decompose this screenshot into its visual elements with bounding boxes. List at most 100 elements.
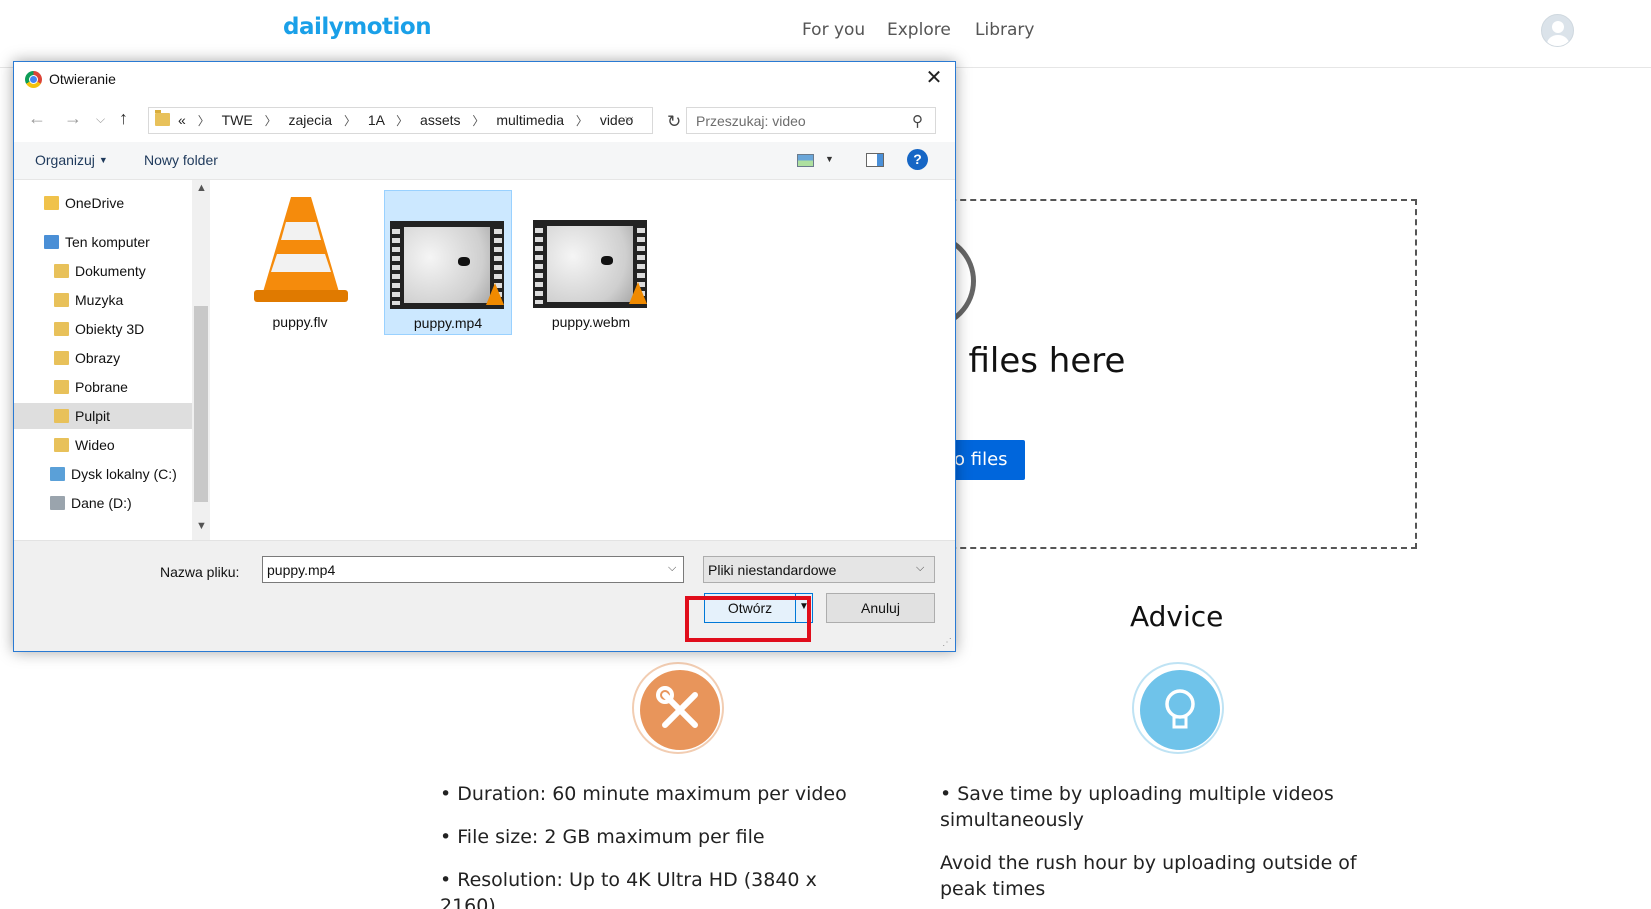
- back-arrow-icon[interactable]: ←: [28, 108, 46, 129]
- search-input[interactable]: Przeszukaj: video ⚲: [686, 107, 936, 134]
- dailymotion-logo[interactable]: dailymotion: [283, 14, 432, 40]
- documents-folder-icon: [54, 264, 69, 278]
- search-icon[interactable]: ⚲: [912, 112, 923, 130]
- file-list: puppy.flv puppy.mp4 puppy.webm: [210, 180, 955, 540]
- sidebar-item-label: Pobrane: [75, 379, 128, 395]
- chrome-icon: [25, 71, 42, 88]
- advice-item: Avoid the rush hour by uploading outside…: [940, 852, 1357, 900]
- file-item-puppy-mp4[interactable]: puppy.mp4: [384, 190, 512, 335]
- advice-item: • Save time by uploading multiple videos…: [940, 783, 1334, 831]
- filename-label: Nazwa pliku:: [160, 564, 240, 580]
- file-open-dialog: Otwieranie ✕ ← → ⌵ ↑ « 〉 TWE 〉 zajecia 〉…: [13, 61, 956, 652]
- change-view-icon[interactable]: [797, 154, 814, 167]
- search-placeholder: Przeszukaj: video: [696, 113, 806, 129]
- nav-scrollbar[interactable]: ▲ ▼: [192, 180, 210, 540]
- chevron-right-icon: 〉: [197, 114, 210, 128]
- sidebar-item-dane-d[interactable]: Dane (D:): [50, 490, 132, 516]
- vlc-cone-icon: [254, 197, 348, 302]
- sidebar-item-label: Ten komputer: [65, 234, 150, 250]
- chevron-right-icon: 〉: [264, 114, 277, 128]
- sidebar-item-dysk-lokalny-c[interactable]: Dysk lokalny (C:): [50, 461, 177, 487]
- video-thumbnail-icon: [390, 221, 504, 309]
- breadcrumb-1a[interactable]: 1A: [368, 112, 384, 128]
- breadcrumb-multimedia[interactable]: multimedia: [496, 112, 564, 128]
- sidebar-item-label: Obrazy: [75, 350, 121, 366]
- dialog-titlebar[interactable]: Otwieranie ✕: [14, 62, 955, 96]
- sidebar-item-obiekty-3d[interactable]: Obiekty 3D: [54, 316, 144, 342]
- sidebar-item-ten-komputer[interactable]: Ten komputer: [44, 229, 150, 255]
- close-button[interactable]: ✕: [912, 62, 956, 94]
- address-row: ← → ⌵ ↑ « 〉 TWE 〉 zajecia 〉 1A 〉 assets …: [14, 103, 955, 137]
- folder-icon: [155, 110, 170, 126]
- advice-title: Advice: [1130, 600, 1224, 633]
- close-icon: ✕: [925, 67, 943, 89]
- advice-item: • File size: 2 GB maximum per file: [440, 826, 765, 848]
- file-name: puppy.flv: [272, 314, 328, 330]
- sidebar-item-label: Muzyka: [75, 292, 124, 308]
- view-options-caret-icon[interactable]: ▼: [825, 154, 834, 164]
- advice-list-right: • Save time by uploading multiple videos…: [940, 781, 1400, 909]
- refresh-icon[interactable]: ↻: [667, 112, 681, 132]
- sidebar-item-label: OneDrive: [65, 195, 125, 211]
- address-dropdown-icon[interactable]: ⌵: [625, 112, 633, 125]
- videos-folder-icon: [54, 438, 69, 452]
- file-item-puppy-webm[interactable]: puppy.webm: [528, 190, 656, 335]
- resize-grip-icon[interactable]: ⋰: [942, 637, 952, 648]
- breadcrumb-overflow[interactable]: «: [178, 112, 186, 128]
- sidebar-item-muzyka[interactable]: Muzyka: [54, 287, 123, 313]
- chevron-right-icon: 〉: [575, 114, 588, 128]
- breadcrumb-zajecia[interactable]: zajecia: [289, 112, 333, 128]
- sidebar-item-label: Dokumenty: [75, 263, 146, 279]
- sidebar-item-label: Pulpit: [75, 408, 111, 424]
- file-type-select[interactable]: Pliki niestandardowe ⌵: [703, 556, 935, 583]
- scroll-thumb[interactable]: [194, 306, 208, 502]
- sidebar-item-label: Wideo: [75, 437, 115, 453]
- address-bar[interactable]: « 〉 TWE 〉 zajecia 〉 1A 〉 assets 〉 multim…: [148, 107, 653, 134]
- nav-for-you[interactable]: For you: [802, 20, 865, 40]
- filename-input[interactable]: [262, 556, 684, 583]
- nav-explore[interactable]: Explore: [887, 20, 951, 40]
- navigation-pane: OneDrive Ten komputer Dokumenty Muzyka Obiek…: [14, 180, 210, 540]
- drive-icon: [50, 496, 65, 510]
- sidebar-item-pobrane[interactable]: Pobrane: [54, 374, 128, 400]
- local-disk-icon: [50, 467, 65, 481]
- pictures-folder-icon: [54, 351, 69, 365]
- new-folder-button[interactable]: Nowy folder: [144, 152, 218, 168]
- advice-list-left: • Duration: 60 minute maximum per video …: [440, 781, 870, 909]
- avatar[interactable]: [1541, 14, 1574, 47]
- objects3d-folder-icon: [54, 322, 69, 336]
- recent-locations-chevron-icon[interactable]: ⌵: [96, 112, 105, 127]
- advice-item: • Resolution: Up to 4K Ultra HD (3840 x …: [440, 869, 817, 909]
- file-item-puppy-flv[interactable]: puppy.flv: [237, 190, 365, 335]
- preview-pane-icon[interactable]: [866, 153, 884, 167]
- breadcrumb-twe[interactable]: TWE: [222, 112, 253, 128]
- scroll-up-icon[interactable]: ▲: [196, 182, 207, 194]
- site-header: dailymotion For you Explore Library: [0, 0, 1651, 68]
- downloads-folder-icon: [54, 380, 69, 394]
- sidebar-item-onedrive[interactable]: OneDrive: [44, 190, 124, 216]
- breadcrumb: « 〉 TWE 〉 zajecia 〉 1A 〉 assets 〉 multim…: [178, 112, 633, 129]
- desktop-folder-icon: [54, 409, 69, 423]
- nav-library[interactable]: Library: [975, 20, 1034, 40]
- filename-dropdown-icon[interactable]: ⌵: [668, 562, 676, 575]
- onedrive-folder-icon: [44, 196, 59, 210]
- sidebar-item-obrazy[interactable]: Obrazy: [54, 345, 120, 371]
- scroll-down-icon[interactable]: ▼: [196, 520, 207, 532]
- lightbulb-icon: [1132, 662, 1224, 754]
- open-button-highlight: [685, 596, 811, 642]
- sidebar-item-wideo[interactable]: Wideo: [54, 432, 115, 458]
- file-name: puppy.webm: [551, 314, 631, 330]
- cancel-button[interactable]: Anuluj: [826, 593, 935, 623]
- up-arrow-icon[interactable]: ↑: [119, 108, 128, 129]
- dialog-title: Otwieranie: [49, 71, 116, 87]
- caret-down-icon: ▼: [98, 155, 108, 165]
- help-icon[interactable]: ?: [907, 149, 928, 170]
- organize-button[interactable]: Organizuj ▼: [35, 152, 108, 168]
- forward-arrow-icon[interactable]: →: [64, 108, 82, 129]
- breadcrumb-assets[interactable]: assets: [420, 112, 460, 128]
- sidebar-item-dokumenty[interactable]: Dokumenty: [54, 258, 146, 284]
- chevron-right-icon: 〉: [396, 114, 409, 128]
- dialog-footer: Nazwa pliku: ⌵ Pliki niestandardowe ⌵ Ot…: [14, 540, 955, 651]
- sidebar-item-pulpit[interactable]: Pulpit: [14, 403, 192, 429]
- sidebar-item-label: Dane (D:): [71, 495, 132, 511]
